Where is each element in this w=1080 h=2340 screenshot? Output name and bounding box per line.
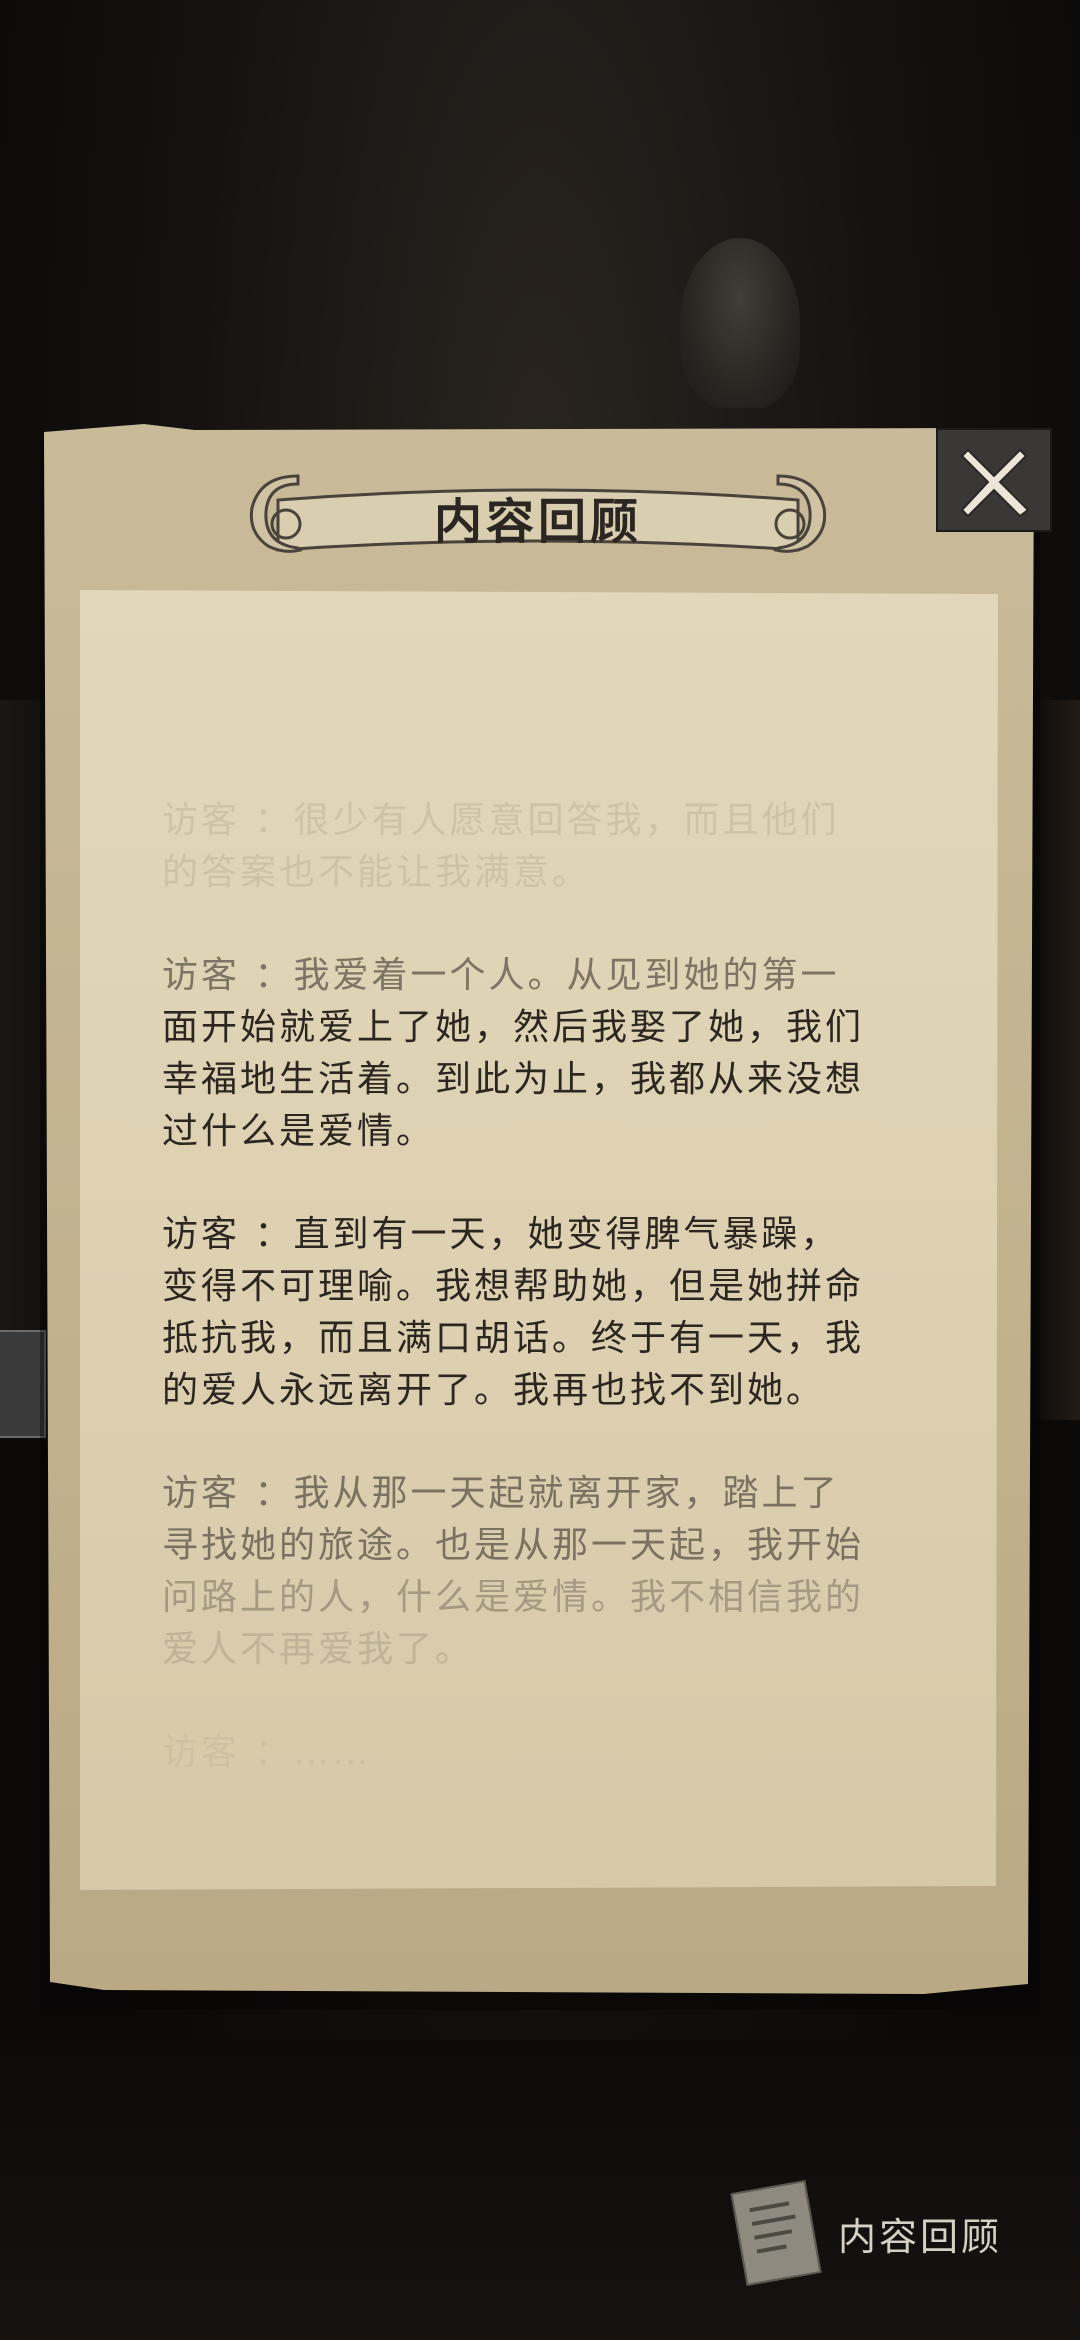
dialogue-line: 访客 ：很少有人愿意回答我，而且他们 [162,800,840,841]
dialogue-log: 访客 ：很少有人愿意回答我，而且他们 的答案也不能让我满意。 访客 ：我爱着一个… [162,795,952,1830]
dialogue-line: 访客 ：我爱着一个人。从见到她的第一 [162,955,840,996]
dialogue-entry: 访客 ：很少有人愿意回答我，而且他们 的答案也不能让我满意。 [162,795,952,899]
dialogue-line: 的爱人永远离开了。我再也找不到她。 [162,1370,826,1411]
panel-title: 内容回顾 [433,494,642,550]
dialogue-line: 抵抗我，而且满口胡话。终于有一天，我 [162,1318,865,1359]
dialogue-entry: 访客 ：…… [162,1727,952,1779]
dialogue-entry: 访客 ：直到有一天，她变得脾气暴躁， 变得不可理喻。我想帮助她，但是她拼命 抵抗… [162,1209,952,1417]
dialogue-entry: 访客 ：我爱着一个人。从见到她的第一 面开始就爱上了她，然后我娶了她，我们 幸福… [162,950,952,1158]
dialogue-line: 变得不可理喻。我想帮助她，但是她拼命 [162,1266,865,1307]
close-x-icon [960,448,1030,518]
bookshelf-right [1036,700,1080,1420]
owl-figure [680,238,800,408]
review-button[interactable]: 内容回顾 [730,2178,1038,2288]
dialogue-line: 过什么是爱情。 [162,1111,436,1152]
dialogue-line: 访客 ：…… [162,1732,372,1773]
document-icon [730,2180,822,2286]
dialogue-line: 幸福地生活着。到此为止，我都从来没想 [162,1059,865,1100]
dialogue-line: 访客 ：我从那一天起就离开家，踏上了 [162,1473,840,1514]
close-button[interactable] [936,428,1052,532]
dialogue-entry: 访客 ：我从那一天起就离开家，踏上了 寻找她的旅途。也是从那一天起，我开始 问路… [162,1468,952,1676]
dialogue-line: 访客 ：直到有一天，她变得脾气暴躁， [162,1214,840,1255]
dialogue-line: 面开始就爱上了她，然后我娶了她，我们 [162,1007,865,1048]
dialogue-line: 爱人不再爱我了。 [162,1629,475,1670]
review-button-label: 内容回顾 [838,2214,1003,2259]
dialogue-line: 的答案也不能让我满意。 [162,852,592,893]
title-scroll: 内容回顾 [238,462,838,572]
dialogue-line: 寻找她的旅途。也是从那一天起，我开始 [162,1525,865,1566]
dialogue-line: 问路上的人，什么是爱情。我不相信我的 [162,1577,865,1618]
